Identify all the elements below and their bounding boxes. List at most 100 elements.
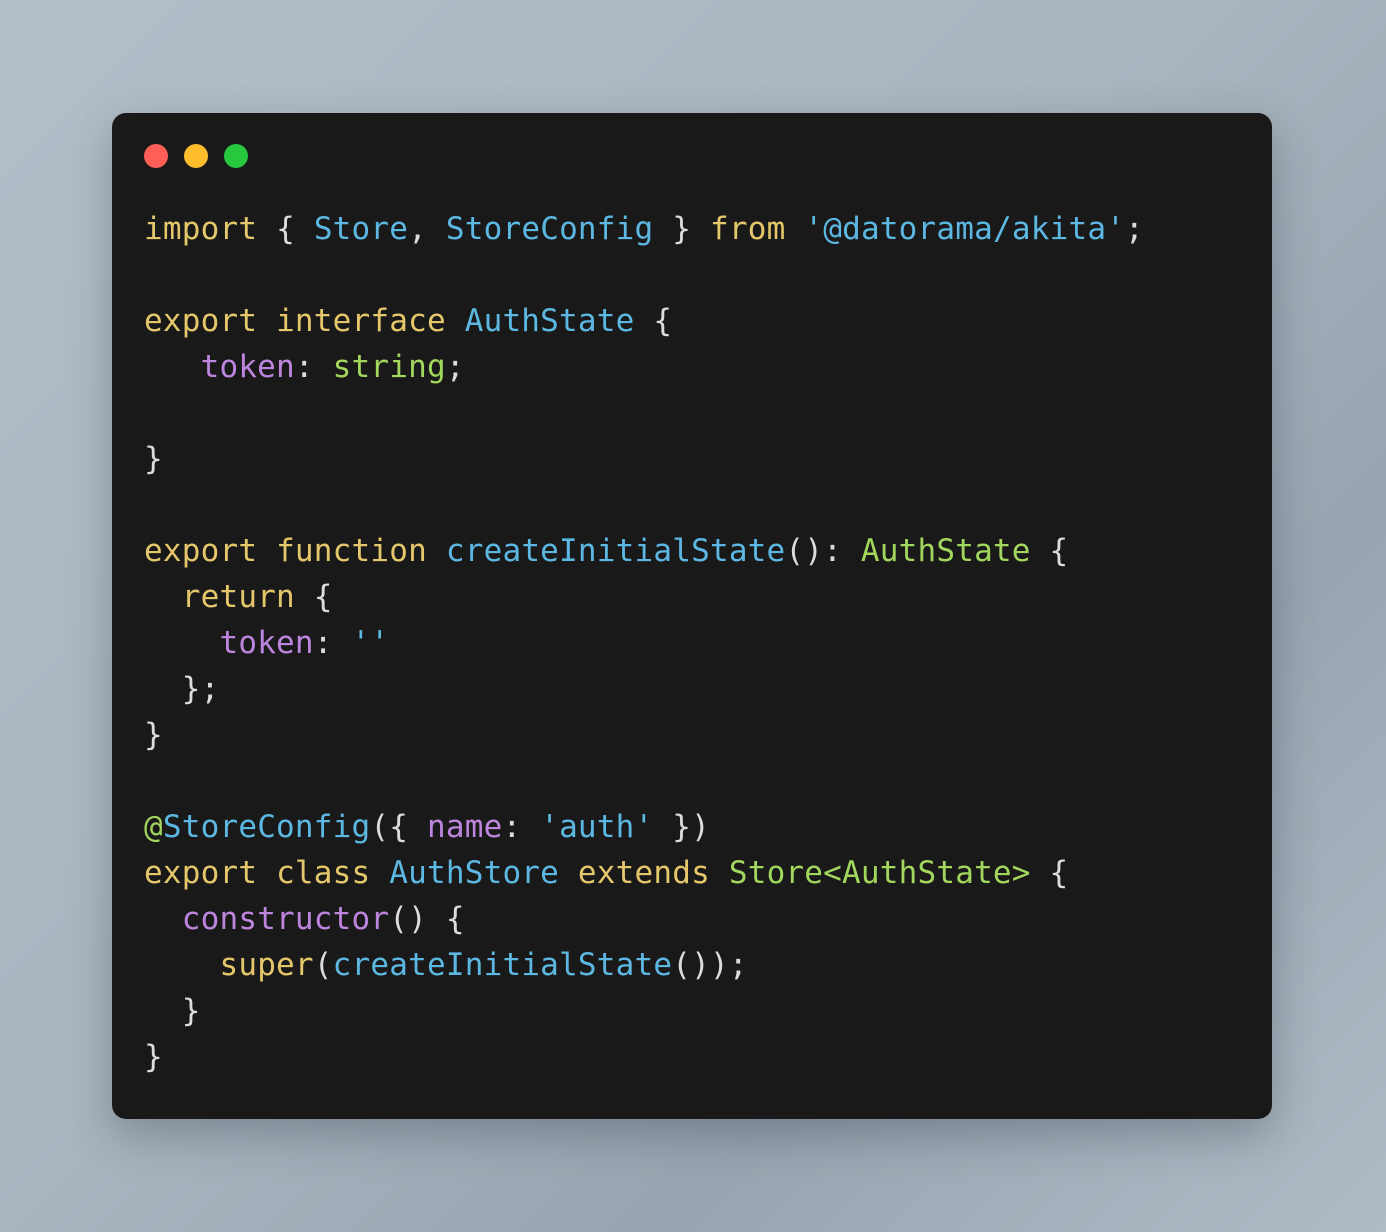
code-line: } (144, 712, 1258, 758)
code-token: } (144, 1039, 163, 1075)
code-token: AuthState (464, 303, 635, 339)
code-token: () (389, 901, 427, 937)
code-line: super(createInitialState()); (144, 942, 1258, 988)
code-token: ; (1125, 211, 1144, 247)
code-line: }; (144, 666, 1258, 712)
close-icon[interactable] (144, 144, 168, 168)
code-token: '@datorama/akita' (804, 211, 1126, 247)
code-token: }) (672, 809, 710, 845)
code-token: Store<AuthState> (728, 855, 1031, 891)
code-token: import (144, 211, 258, 247)
code-token: export (144, 533, 258, 569)
code-token: : (313, 625, 333, 661)
code-token: class (276, 855, 371, 891)
code-token: ()) (672, 947, 729, 983)
code-token: token (219, 625, 314, 661)
code-token: } (144, 441, 163, 477)
code-token: export (144, 855, 258, 891)
code-token: { (1049, 855, 1069, 891)
code-token: '' (351, 625, 390, 661)
code-token: : (823, 533, 843, 569)
code-line: @StoreConfig({ name: 'auth' }) (144, 804, 1258, 850)
code-line: export interface AuthState { (144, 298, 1258, 344)
code-token: 'auth' (540, 809, 654, 845)
code-token: @ (144, 809, 163, 845)
code-token: { (653, 303, 673, 339)
code-token: createInitialState (445, 533, 786, 569)
code-window: import { Store, StoreConfig } from '@dat… (112, 113, 1272, 1119)
code-line: } (144, 988, 1258, 1034)
code-block[interactable]: import { Store, StoreConfig } from '@dat… (144, 206, 1258, 1080)
code-token: } (181, 993, 201, 1029)
code-token: } (672, 211, 692, 247)
screenshot-stage: import { Store, StoreConfig } from '@dat… (0, 0, 1386, 1232)
code-token: return (181, 579, 295, 615)
code-token: : (502, 809, 522, 845)
code-token: interface (276, 303, 446, 339)
window-titlebar (144, 144, 248, 168)
code-line: constructor() { (144, 896, 1258, 942)
minimize-icon[interactable] (184, 144, 208, 168)
code-token: { (313, 579, 333, 615)
code-token: : (294, 349, 314, 385)
code-token: from (710, 211, 786, 247)
code-token: ; (445, 349, 465, 385)
maximize-icon[interactable] (224, 144, 248, 168)
code-line: } (144, 436, 1258, 482)
code-token: createInitialState (332, 947, 673, 983)
code-line: return { (144, 574, 1258, 620)
code-token: , (408, 211, 428, 247)
code-token: ; (728, 947, 748, 983)
code-token: { (276, 211, 295, 247)
code-token: } (144, 717, 163, 753)
code-line: token: string; (144, 344, 1258, 390)
code-token: token (200, 349, 295, 385)
code-token: Store (313, 211, 409, 247)
code-token: string (332, 349, 446, 385)
code-line: export function createInitialState(): Au… (144, 528, 1258, 574)
code-token: extends (577, 855, 710, 891)
code-token: super (219, 947, 314, 983)
code-token: { (1049, 533, 1069, 569)
code-line: export class AuthStore extends Store<Aut… (144, 850, 1258, 896)
code-line: import { Store, StoreConfig } from '@dat… (144, 206, 1258, 252)
code-token: name (426, 809, 503, 845)
code-token: AuthState (860, 533, 1031, 569)
code-token: () (785, 533, 824, 569)
code-token: StoreConfig (445, 211, 654, 247)
code-line: token: '' (144, 620, 1258, 666)
